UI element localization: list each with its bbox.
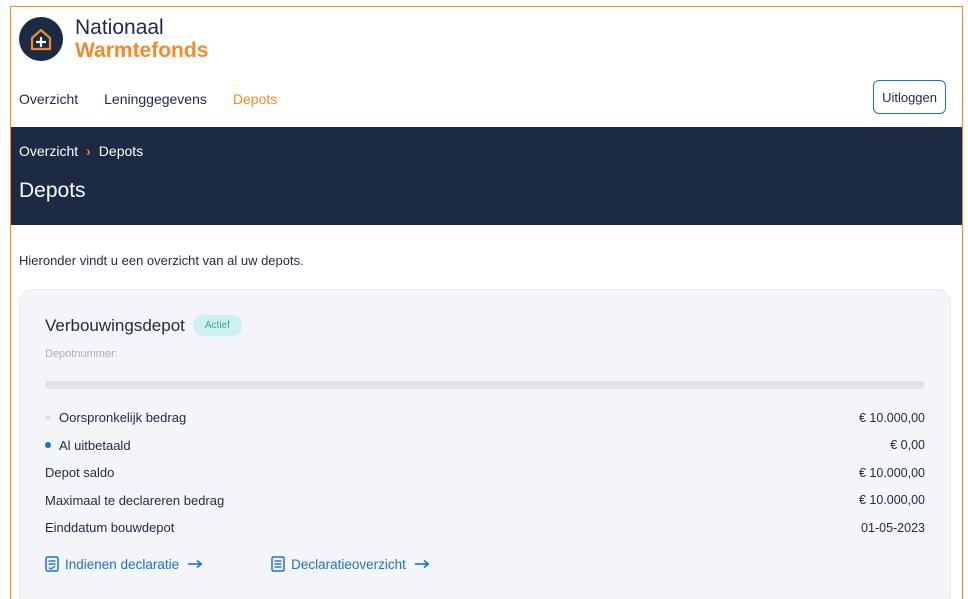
brand-name-line1: Nationaal <box>75 16 164 39</box>
app-frame: Nationaal Warmtefonds Overzicht Leningge… <box>10 6 963 599</box>
depot-card: Verbouwingsdepot Actief Depotnummer: Oor… <box>19 289 951 599</box>
page-title: Depots <box>19 179 86 202</box>
nav-item-overzicht[interactable]: Overzicht <box>19 91 78 107</box>
depot-title: Verbouwingsdepot <box>45 315 185 335</box>
logout-button[interactable]: Uitloggen <box>873 80 946 114</box>
detail-row-oorspronkelijk-bedrag: Oorspronkelijk bedrag € 10.000,00 <box>45 404 925 432</box>
arrow-right-icon <box>188 559 203 569</box>
detail-label-group: Maximaal te declareren bedrag <box>45 493 224 508</box>
legend-dot-icon <box>45 414 51 421</box>
depot-title-row: Verbouwingsdepot Actief <box>45 315 242 336</box>
claims-overview-label: Declaratieoverzicht <box>291 556 406 572</box>
detail-label-group: Depot saldo <box>45 465 114 480</box>
detail-label-group: Oorspronkelijk bedrag <box>45 410 186 425</box>
detail-label: Al uitbetaald <box>59 437 131 453</box>
chevron-right-icon: › <box>86 143 91 159</box>
detail-label: Depot saldo <box>45 465 115 481</box>
depot-number-label: Depotnummer: <box>45 348 118 360</box>
nav-item-leninggegevens[interactable]: Leninggegevens <box>104 91 207 107</box>
form-icon <box>45 556 59 572</box>
submit-claim-label: Indienen declaratie <box>65 556 180 572</box>
depot-actions: Indienen declaratie Declaratieoverzicht <box>45 556 498 572</box>
submit-claim-link[interactable]: Indienen declaratie <box>45 556 209 572</box>
brand-logo: Nationaal Warmtefonds <box>75 17 208 61</box>
claims-overview-link[interactable]: Declaratieoverzicht <box>271 556 436 572</box>
depot-details: Oorspronkelijk bedrag € 10.000,00 Al uit… <box>45 404 925 542</box>
detail-value: € 0,00 <box>890 438 925 453</box>
detail-value: € 10.000,00 <box>858 493 925 508</box>
arrow-right-icon <box>414 559 430 569</box>
detail-label: Einddatum bouwdepot <box>45 520 175 536</box>
breadcrumb-item-overzicht[interactable]: Overzicht <box>19 143 78 159</box>
detail-row-depot-saldo: Depot saldo € 10.000,00 <box>45 459 925 487</box>
detail-row-maximaal-te-declareren: Maximaal te declareren bedrag € 10.000,0… <box>45 487 925 515</box>
detail-value: € 10.000,00 <box>858 465 925 480</box>
detail-value: 01-05-2023 <box>861 520 925 535</box>
detail-row-al-uitbetaald: Al uitbetaald € 0,00 <box>45 432 925 460</box>
main-nav: Overzicht Leninggegevens Depots Uitlogge… <box>11 71 962 127</box>
brand-name-line2: Warmtefonds <box>75 39 209 62</box>
detail-label: Maximaal te declareren bedrag <box>45 492 225 508</box>
status-badge: Actief <box>192 315 242 336</box>
detail-row-einddatum: Einddatum bouwdepot 01-05-2023 <box>45 514 925 542</box>
legend-dot-icon <box>45 442 51 449</box>
detail-value: € 10.000,00 <box>858 410 925 425</box>
logo-house-icon[interactable] <box>19 17 63 61</box>
logo-bar: Nationaal Warmtefonds <box>11 7 962 71</box>
detail-label-group: Al uitbetaald <box>45 438 131 453</box>
detail-label: Oorspronkelijk bedrag <box>59 410 187 426</box>
nav-item-depots[interactable]: Depots <box>233 91 277 107</box>
detail-label-group: Einddatum bouwdepot <box>45 520 174 535</box>
breadcrumb-item-depots: Depots <box>98 143 144 159</box>
page-header: Overzicht › Depots Depots <box>11 127 962 225</box>
intro-text: Hieronder vindt u een overzicht van al u… <box>19 253 304 268</box>
document-icon <box>271 556 285 572</box>
breadcrumb: Overzicht › Depots <box>19 143 143 159</box>
depot-progress-bar <box>45 381 925 389</box>
